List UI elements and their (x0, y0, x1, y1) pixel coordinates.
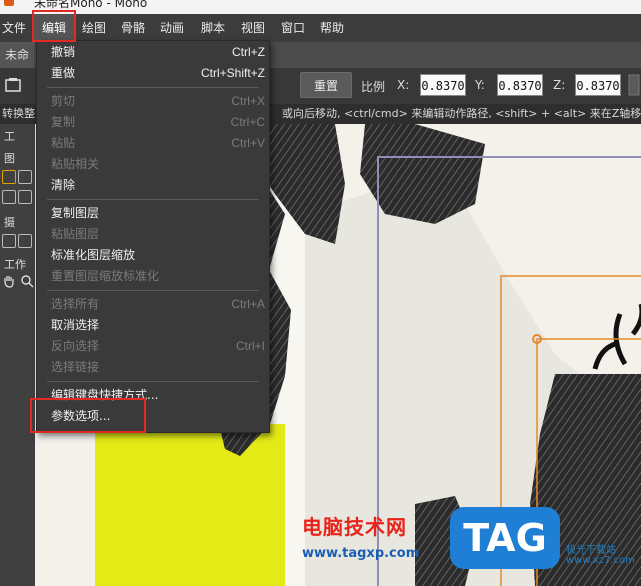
panel-label-tools: 工 (4, 130, 15, 143)
app-logo-icon (4, 0, 14, 6)
menu-item-normalize-layer-scale[interactable]: 标准化图层缩放 (37, 245, 267, 266)
menu-separator (47, 290, 259, 291)
menu-item-label: 重置图层缩放标准化 (51, 269, 160, 283)
menu-item-clear[interactable]: 清除 (37, 175, 267, 196)
menu-item-label: 选择链接 (51, 360, 100, 374)
menu-bone[interactable]: 骨骼 (121, 14, 145, 42)
menu-item-label: 粘贴相关 (51, 157, 100, 171)
menu-item-label: 粘贴 (51, 136, 76, 150)
menu-separator (47, 87, 259, 88)
menu-separator (47, 199, 259, 200)
edit-menu-dropdown: 撤销 Ctrl+Z 重做 Ctrl+Shift+Z 剪切 Ctrl+X 复制 C… (36, 40, 270, 433)
panel-label-workspace: 工作 (4, 258, 26, 271)
menu-separator (47, 381, 259, 382)
menu-item-undo[interactable]: 撤销 Ctrl+Z (37, 42, 267, 63)
zoom-tool-icon[interactable] (20, 274, 34, 288)
menu-animation[interactable]: 动画 (160, 14, 184, 42)
scale-y-field[interactable]: 0.8370 (497, 74, 543, 96)
edit-menu-highlight (32, 10, 76, 42)
scale-x-label: X: (397, 78, 410, 92)
menu-script[interactable]: 脚本 (201, 14, 225, 42)
menu-item-paste[interactable]: 粘贴 Ctrl+V (37, 133, 267, 154)
scale-label: 比例 (361, 80, 386, 94)
menu-item-reset-layer-scale[interactable]: 重置图层缩放标准化 (37, 266, 267, 287)
menu-item-shortcut: Ctrl+C (230, 115, 265, 129)
watermark-url: www.tagxp.com (302, 546, 420, 561)
menubar: 文件 编辑 绘图 骨骼 动画 脚本 视图 窗口 帮助 (0, 14, 641, 42)
rotate-tool-icon[interactable] (18, 190, 32, 204)
camera-zoom-icon[interactable] (18, 234, 32, 248)
menu-item-label: 复制图层 (51, 206, 100, 220)
panel-label-camera: 摄 (4, 216, 15, 229)
menu-item-deselect[interactable]: 取消选择 (37, 315, 267, 336)
scale-x-field[interactable]: 0.8370 (420, 74, 466, 96)
menu-item-label: 重做 (51, 66, 76, 80)
menu-item-cut[interactable]: 剪切 Ctrl+X (37, 91, 267, 112)
menu-item-shortcut: Ctrl+V (231, 136, 265, 150)
layer-settings-icon[interactable] (5, 77, 21, 93)
preferences-highlight (30, 398, 146, 433)
menu-item-paste-layer[interactable]: 粘贴图层 (37, 224, 267, 245)
tools-panel: 工 图 摄 工作 (0, 124, 35, 586)
transform-tool-icon[interactable] (2, 190, 16, 204)
menu-item-label: 撤销 (51, 45, 76, 59)
menu-item-shortcut: Ctrl+Z (232, 45, 265, 59)
menu-item-invert-selection[interactable]: 反向选择 Ctrl+I (37, 336, 267, 357)
menu-item-select-all[interactable]: 选择所有 Ctrl+A (37, 294, 267, 315)
watermark-tag-logo: TAG (450, 507, 560, 569)
scale-y-label: Y: (475, 78, 485, 92)
menu-item-label: 清除 (51, 178, 76, 192)
menu-item-label: 粘贴图层 (51, 227, 100, 241)
watermark-site-name: 电脑技术网 (302, 515, 407, 539)
menu-item-copy[interactable]: 复制 Ctrl+C (37, 112, 267, 133)
toolbar-overflow-icon[interactable] (627, 74, 641, 96)
menu-item-label: 取消选择 (51, 318, 100, 332)
scale-z-label: Z: (553, 78, 566, 92)
menu-draw[interactable]: 绘图 (82, 14, 106, 42)
menu-item-select-linked[interactable]: 选择链接 (37, 357, 267, 378)
menu-item-label: 反向选择 (51, 339, 100, 353)
document-tab[interactable]: 未命 (0, 42, 34, 68)
menu-help[interactable]: 帮助 (320, 14, 344, 42)
menu-item-redo[interactable]: 重做 Ctrl+Shift+Z (37, 63, 267, 84)
menu-view[interactable]: 视图 (241, 14, 265, 42)
add-tool-icon[interactable] (18, 170, 32, 184)
hint-left: 转换整 (2, 107, 35, 120)
select-tool-icon[interactable] (2, 170, 16, 184)
hand-tool-icon[interactable] (2, 274, 16, 288)
panel-label-image: 图 (4, 152, 15, 165)
window-titlebar: 未命名Moho - Moho (0, 0, 641, 14)
menu-window[interactable]: 窗口 (281, 14, 305, 42)
hint-text: 或向后移动, <ctrl/cmd> 来编辑动作路径, <shift> + <al… (282, 107, 641, 120)
menu-item-label: 选择所有 (51, 297, 100, 311)
reset-button[interactable]: 重置 (300, 72, 352, 98)
menu-item-shortcut: Ctrl+Shift+Z (200, 66, 265, 80)
menu-item-shortcut: Ctrl+X (231, 94, 265, 108)
menu-item-label: 复制 (51, 115, 76, 129)
menu-item-shortcut: Ctrl+A (231, 297, 265, 311)
menu-item-label: 标准化图层缩放 (51, 248, 136, 262)
menu-item-paste-related[interactable]: 粘贴相关 (37, 154, 267, 175)
menu-item-shortcut: Ctrl+I (235, 339, 265, 353)
menu-item-label: 剪切 (51, 94, 76, 108)
menu-file[interactable]: 文件 (2, 14, 26, 42)
scale-z-field[interactable]: 0.8370 (575, 74, 621, 96)
camera-tool-icon[interactable] (2, 234, 16, 248)
watermark-small-text: 极光下载站 (566, 545, 616, 556)
watermark-small-url: www.xz7.com (566, 555, 635, 566)
menu-item-duplicate-layer[interactable]: 复制图层 (37, 203, 267, 224)
